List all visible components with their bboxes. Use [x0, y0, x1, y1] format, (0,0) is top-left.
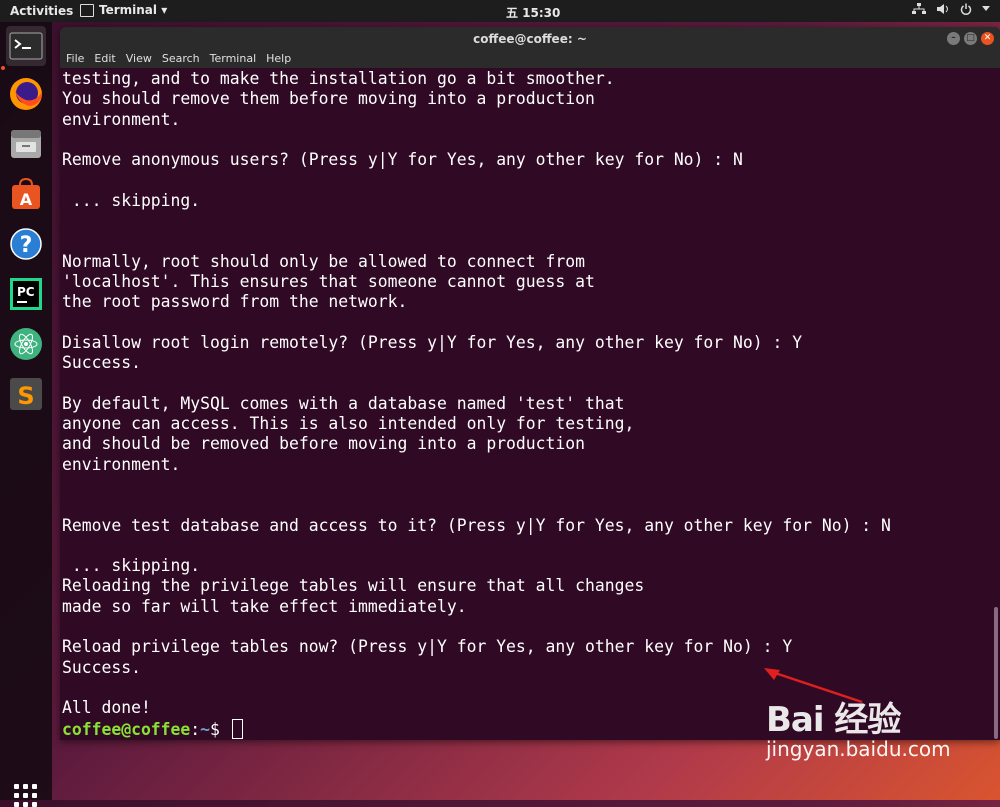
prompt-symbol: $: [210, 719, 230, 739]
svg-text:PC: PC: [17, 285, 35, 299]
terminal-line: environment.: [62, 454, 181, 474]
terminal-line: the root password from the network.: [62, 292, 408, 312]
terminal-line: Reloading the privilege tables will ensu…: [62, 576, 645, 596]
window-title: coffee@coffee: ~: [473, 32, 587, 46]
network-icon: [912, 3, 926, 14]
terminal-line: and should be removed before moving into…: [62, 434, 586, 454]
terminal-line: ... skipping.: [62, 556, 201, 576]
terminal-line: Reload privilege tables now? (Press y|Y …: [62, 637, 793, 657]
terminal-line: Success.: [62, 353, 141, 373]
menu-file[interactable]: File: [66, 51, 84, 68]
pycharm-icon: PC: [10, 278, 42, 310]
title-bar[interactable]: coffee@coffee: ~ – □ ✕: [60, 27, 1000, 51]
volume-icon: [937, 4, 948, 14]
app-menu-label: Terminal ▾: [99, 3, 168, 17]
watermark-url: jingyan.baidu.com: [766, 737, 951, 761]
terminal-output[interactable]: testing, and to make the installation go…: [62, 69, 992, 740]
terminal-line: Disallow root login remotely? (Press y|Y…: [62, 332, 803, 352]
prompt-path: ~: [200, 719, 211, 739]
terminal-line: You should remove them before moving int…: [62, 89, 595, 109]
terminal-line: Normally, root should only be allowed to…: [62, 251, 586, 271]
prompt-user: coffee@coffee: [62, 719, 191, 739]
dock-atom[interactable]: [6, 324, 46, 364]
text-cursor: [231, 718, 243, 739]
menu-edit[interactable]: Edit: [94, 51, 115, 68]
svg-text:?: ?: [20, 233, 33, 258]
svg-text:A: A: [20, 190, 33, 209]
terminal-small-icon: [80, 3, 94, 17]
software-center-icon: A: [12, 177, 40, 209]
terminal-line: By default, MySQL comes with a database …: [62, 393, 625, 413]
terminal-icon: [9, 32, 43, 60]
menu-view[interactable]: View: [126, 51, 152, 68]
baidu-logo: Bai 经验: [766, 700, 901, 740]
minimize-icon[interactable]: –: [947, 32, 960, 45]
chevron-down-icon: [982, 6, 990, 11]
menu-bar: File Edit View Search Terminal Help: [60, 51, 1000, 68]
terminal-window: coffee@coffee: ~ – □ ✕ File Edit View Se…: [60, 27, 1000, 740]
dock-files[interactable]: [6, 124, 46, 164]
dock-pycharm[interactable]: PC: [6, 274, 46, 314]
atom-icon: [10, 328, 42, 360]
dock-help[interactable]: ?: [6, 224, 46, 264]
terminal-line: testing, and to make the installation go…: [62, 69, 615, 88]
scrollbar[interactable]: [994, 607, 998, 739]
terminal-line: made so far will take effect immediately…: [62, 596, 467, 616]
dock-sublime[interactable]: S: [6, 374, 46, 414]
terminal-line: Remove anonymous users? (Press y|Y for Y…: [62, 150, 743, 170]
dock: A ? PC S: [0, 22, 52, 807]
dock-firefox[interactable]: [6, 74, 46, 114]
top-bar: Activities Terminal ▾ 五 15:30: [0, 0, 1000, 22]
maximize-icon[interactable]: □: [964, 32, 977, 45]
terminal-line: Remove test database and access to it? (…: [62, 515, 891, 535]
baidu-watermark: Bai 经验 jingyan.baidu.com: [766, 692, 951, 761]
active-indicator: [1, 66, 5, 70]
files-icon: [11, 130, 41, 158]
terminal-line: ... skipping.: [62, 190, 201, 210]
firefox-icon: [10, 78, 42, 110]
dock-terminal[interactable]: [6, 26, 46, 66]
activities-button[interactable]: Activities: [10, 4, 73, 18]
show-apps-icon[interactable]: [14, 784, 37, 807]
sublime-icon: S: [10, 378, 42, 410]
svg-text:S: S: [17, 382, 34, 410]
prompt-separator: :: [190, 719, 201, 739]
menu-search[interactable]: Search: [162, 51, 200, 68]
menu-terminal[interactable]: Terminal: [210, 51, 257, 68]
clock[interactable]: 五 15:30: [506, 4, 560, 21]
terminal-line: 'localhost'. This ensures that someone c…: [62, 271, 595, 291]
app-menu[interactable]: Terminal ▾: [80, 3, 167, 17]
close-icon[interactable]: ✕: [981, 32, 994, 45]
power-icon: [960, 3, 972, 15]
system-tray[interactable]: [912, 3, 990, 15]
menu-help[interactable]: Help: [266, 51, 291, 68]
dock-software[interactable]: A: [6, 174, 46, 214]
help-icon: ?: [10, 228, 42, 260]
terminal-line: anyone can access. This is also intended…: [62, 414, 635, 434]
terminal-line: environment.: [62, 109, 181, 129]
